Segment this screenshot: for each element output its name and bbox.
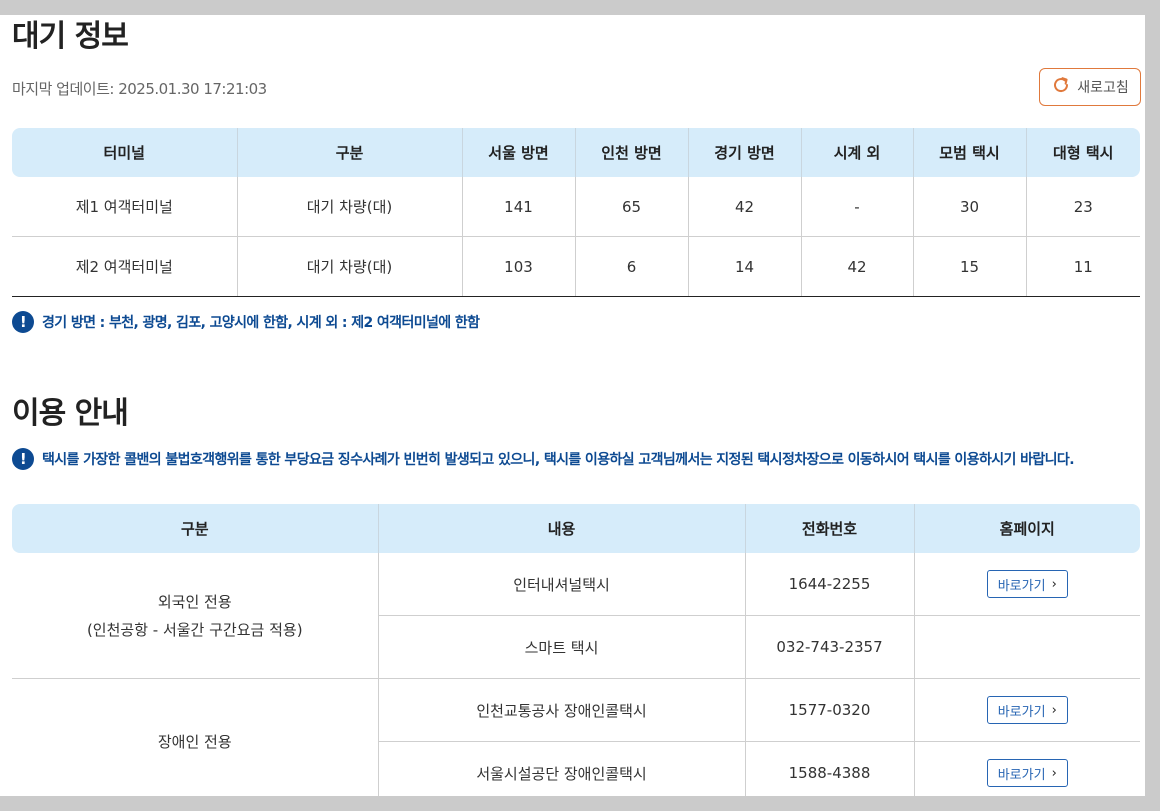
cell-deluxe: 15 [913, 236, 1027, 297]
col-category: 구분 [12, 504, 379, 553]
usage-info-notice-text: 택시를 가장한 콜밴의 불법호객행위를 통한 부당요금 징수사례가 빈번히 발생… [42, 452, 1075, 468]
cell-content: 스마트 택시 [378, 615, 746, 679]
homepage-link-button[interactable]: 바로가기 › [986, 696, 1068, 724]
cell-homepage: 바로가기 › [914, 553, 1140, 616]
col-terminal: 터미널 [12, 128, 238, 177]
cell-category: 외국인 전용 (인천공항 - 서울간 구간요금 적용) [12, 553, 379, 679]
col-outside: 시계 외 [801, 128, 914, 177]
cell-outside: - [801, 177, 914, 237]
exclamation-icon: ! [12, 448, 34, 470]
cell-category: 장애인 전용 [12, 678, 379, 796]
usage-info-title: 이용 안내 [12, 396, 129, 431]
cell-outside: 42 [801, 236, 914, 297]
link-label: 바로가기 [997, 767, 1046, 783]
table-row: 제1 여객터미널 대기 차량(대) 141 65 42 - 30 23 [12, 177, 1140, 237]
table-header-row: 터미널 구분 서울 방면 인천 방면 경기 방면 시계 외 모범 택시 대형 택… [12, 128, 1140, 177]
link-label: 바로가기 [997, 704, 1046, 720]
link-label: 바로가기 [997, 578, 1046, 594]
table-row: 외국인 전용 (인천공항 - 서울간 구간요금 적용) 인터내셔널택시 1644… [12, 553, 1140, 679]
refresh-button[interactable]: 새로고침 [1039, 68, 1141, 106]
col-deluxe: 모범 택시 [913, 128, 1027, 177]
wait-info-notice-text: 경기 방면 : 부천, 광명, 김포, 고양시에 한함, 시계 외 : 제2 여… [42, 315, 480, 331]
wait-info-table: 터미널 구분 서울 방면 인천 방면 경기 방면 시계 외 모범 택시 대형 택… [12, 128, 1140, 297]
cell-content: 서울시설공단 장애인콜택시 [378, 741, 746, 796]
usage-info-notice: ! 택시를 가장한 콜밴의 불법호객행위를 통한 부당요금 징수사례가 빈번히 … [12, 448, 1075, 470]
table-row: 장애인 전용 인천교통공사 장애인콜택시 1577-0320 바로가기 › [12, 678, 1140, 796]
last-update-text: 마지막 업데이트: 2025.01.30 17:21:03 [12, 80, 267, 98]
cell-terminal: 제2 여객터미널 [12, 236, 238, 297]
col-phone: 전화번호 [745, 504, 915, 553]
cell-phone: 1588-4388 [745, 741, 915, 796]
page: 대기 정보 마지막 업데이트: 2025.01.30 17:21:03 새로고침… [0, 15, 1145, 796]
homepage-link-button[interactable]: 바로가기 › [986, 759, 1068, 787]
wait-info-notice: ! 경기 방면 : 부천, 광명, 김포, 고양시에 한함, 시계 외 : 제2… [12, 311, 480, 333]
cell-incheon: 6 [575, 236, 689, 297]
refresh-label: 새로고침 [1077, 80, 1129, 96]
cell-category: 대기 차량(대) [237, 177, 463, 237]
chevron-right-icon: › [1051, 576, 1057, 592]
wait-info-title: 대기 정보 [12, 19, 129, 54]
cell-gyeonggi: 14 [688, 236, 802, 297]
table-row: 제2 여객터미널 대기 차량(대) 103 6 14 42 15 11 [12, 236, 1140, 297]
homepage-link-button[interactable]: 바로가기 › [986, 570, 1068, 598]
cell-category: 대기 차량(대) [237, 236, 463, 297]
category-line: (인천공항 - 서울간 구간요금 적용) [86, 620, 303, 639]
col-category: 구분 [237, 128, 463, 177]
chevron-right-icon: › [1051, 765, 1057, 781]
cell-homepage [914, 615, 1140, 679]
refresh-icon [1051, 75, 1071, 99]
category-line: 외국인 전용 [157, 592, 232, 611]
exclamation-icon: ! [12, 311, 34, 333]
cell-content: 인터내셔널택시 [378, 553, 746, 616]
cell-gyeonggi: 42 [688, 177, 802, 237]
cell-phone: 032-743-2357 [745, 615, 915, 679]
col-incheon: 인천 방면 [575, 128, 689, 177]
cell-content: 인천교통공사 장애인콜택시 [378, 678, 746, 742]
table-header-row: 구분 내용 전화번호 홈페이지 [12, 504, 1140, 553]
cell-incheon: 65 [575, 177, 689, 237]
cell-seoul: 103 [462, 236, 576, 297]
col-gyeonggi: 경기 방면 [688, 128, 802, 177]
usage-info-table: 구분 내용 전화번호 홈페이지 외국인 전용 (인천공항 - 서울간 구간요금 … [12, 504, 1140, 796]
cell-large: 23 [1026, 177, 1140, 237]
col-content: 내용 [378, 504, 746, 553]
col-large: 대형 택시 [1026, 128, 1140, 177]
cell-terminal: 제1 여객터미널 [12, 177, 238, 237]
cell-phone: 1577-0320 [745, 678, 915, 742]
cell-deluxe: 30 [913, 177, 1027, 237]
cell-homepage: 바로가기 › [914, 741, 1140, 796]
col-homepage: 홈페이지 [914, 504, 1140, 553]
col-seoul: 서울 방면 [462, 128, 576, 177]
cell-seoul: 141 [462, 177, 576, 237]
chevron-right-icon: › [1051, 702, 1057, 718]
cell-phone: 1644-2255 [745, 553, 915, 616]
cell-large: 11 [1026, 236, 1140, 297]
cell-homepage: 바로가기 › [914, 678, 1140, 742]
